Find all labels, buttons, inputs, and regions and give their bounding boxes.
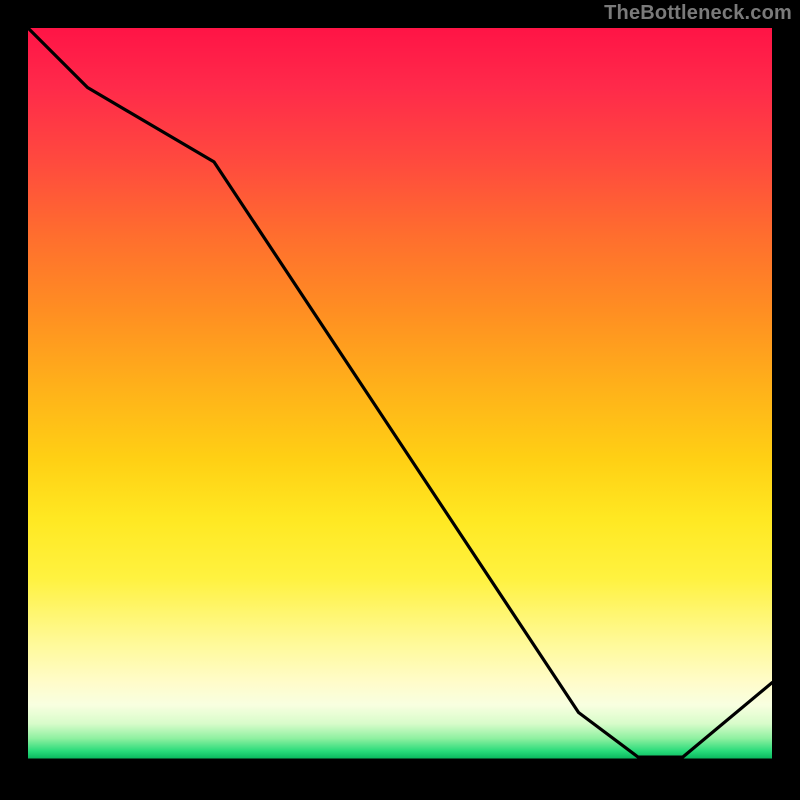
chart-container: TheBottleneck.com [0, 0, 800, 800]
attribution-text: TheBottleneck.com [604, 2, 792, 25]
gradient-background [28, 28, 772, 772]
plot-area [28, 28, 772, 772]
